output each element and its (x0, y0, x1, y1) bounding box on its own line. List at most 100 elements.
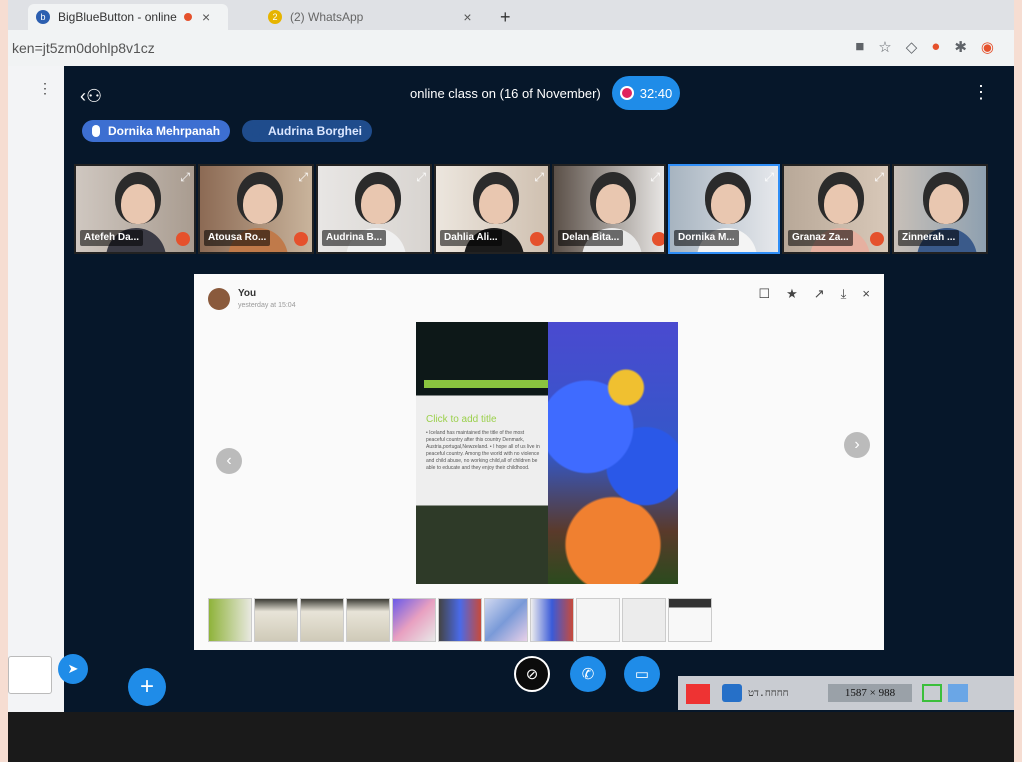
bigbluebutton-app: ‹⚇ online class on (16 of November) 32:4… (64, 66, 1014, 712)
fullscreen-icon[interactable]: ⤢ (764, 170, 774, 185)
chevron-left-icon[interactable]: ‹ (216, 448, 242, 474)
shared-image[interactable]: Click to add title • Iceland has maintai… (416, 322, 678, 584)
unmuted-icon (294, 232, 308, 246)
browser-tab-bar: b BigBlueButton - online class × 2 (2) W… (8, 0, 1014, 30)
webcam-name: Delan Bita... (558, 230, 624, 246)
send-icon[interactable]: ➤ (58, 654, 88, 684)
talking-indicator[interactable]: Audrina Borghei (242, 120, 373, 142)
window-icon[interactable] (922, 684, 942, 702)
webcam-name: Atousa Ro... (204, 230, 271, 246)
muted-mic-icon[interactable]: ⊘ (514, 656, 550, 692)
webcam-tile[interactable]: ⤢ Atefeh Da... (74, 164, 196, 254)
chat-input[interactable] (8, 656, 52, 694)
webcam-name: Atefeh Da... (80, 230, 144, 246)
phone-icon[interactable]: ✆ (570, 656, 606, 692)
webcam-tile[interactable]: ⤢ Granaz Za... (782, 164, 890, 254)
slide-photo: Click to add title • Iceland has maintai… (416, 322, 548, 584)
talker-name: Dornika Mehrpanah (108, 124, 221, 138)
forward-icon[interactable]: ↗ (814, 286, 825, 302)
sent-time: yesterday at 15:04 (238, 302, 296, 309)
thumbnail[interactable] (576, 598, 620, 642)
fullscreen-icon[interactable]: ⤢ (534, 170, 544, 185)
participant-video (711, 184, 746, 224)
screen: b BigBlueButton - online class × 2 (2) W… (8, 0, 1014, 762)
mic-icon (92, 125, 100, 137)
webcam-tile[interactable]: Zinnerah ... (892, 164, 988, 254)
talking-indicator[interactable]: Dornika Mehrpanah (82, 120, 231, 142)
taskbar-app-icon[interactable] (686, 684, 710, 704)
webcam-tile-active-speaker[interactable]: ⤢ Dornika M... (668, 164, 780, 254)
slide-text: • Iceland has maintained the title of th… (426, 430, 540, 471)
fullscreen-icon[interactable]: ⤢ (416, 170, 426, 185)
tab-close-icon[interactable]: × (202, 9, 210, 25)
unmuted-icon (176, 232, 190, 246)
thumbnail[interactable] (208, 598, 252, 642)
mic-icon (252, 125, 260, 137)
avatar (208, 288, 230, 310)
message-icon[interactable]: ☐ (758, 286, 770, 302)
camera-app-icon[interactable] (722, 684, 742, 702)
thumbnail[interactable] (300, 598, 344, 642)
thumbnail[interactable] (392, 598, 436, 642)
profile-icon[interactable]: ◉ (981, 38, 994, 56)
thumbnail[interactable] (254, 598, 298, 642)
participant-video (595, 184, 630, 224)
thumbnail-strip (208, 598, 728, 642)
address-bar[interactable]: ken=jt5zm0dohlp8v1cz ■ ☆ ◇ ● ✱ ◉ (8, 30, 1014, 66)
users-icon[interactable]: ‹⚇ (80, 86, 102, 107)
url-text: ken=jt5zm0dohlp8v1cz (12, 40, 155, 56)
flower-photo (548, 322, 678, 584)
participant-video (242, 184, 277, 224)
bigbluebutton-favicon-icon: b (36, 10, 50, 24)
tab-bigbluebutton[interactable]: b BigBlueButton - online class × (28, 4, 228, 30)
webcam-tile[interactable]: ⤢ Delan Bita... (552, 164, 666, 254)
fullscreen-icon[interactable]: ⤢ (874, 170, 884, 185)
puzzle-icon[interactable]: ✱ (954, 38, 967, 56)
thumbnail[interactable] (346, 598, 390, 642)
download-icon[interactable]: ⤓ (841, 286, 847, 302)
slide-title: Click to add title (426, 414, 497, 425)
meeting-title: online class on (16 of November) (410, 86, 601, 101)
video-camera-icon[interactable]: ▭ (624, 656, 660, 692)
tab-close-icon[interactable]: × (463, 9, 471, 25)
chevron-right-icon[interactable]: › (844, 432, 870, 458)
unmuted-icon (652, 232, 664, 246)
recording-button[interactable]: 32:40 (612, 76, 680, 110)
recording-timer: 32:40 (639, 85, 673, 101)
minimize-icon[interactable] (948, 684, 968, 702)
webcam-name: Audrina B... (322, 230, 387, 246)
thumbnail[interactable] (622, 598, 666, 642)
panel-options-icon[interactable]: ⋮ (38, 80, 52, 97)
thumbnail[interactable] (484, 598, 528, 642)
whatsapp-favicon-icon: 2 (268, 10, 282, 24)
webcam-name: Zinnerah ... (898, 230, 960, 246)
close-icon[interactable]: × (862, 286, 870, 302)
resolution-readout: 1587 × 988 (828, 684, 912, 702)
fullscreen-icon[interactable]: ⤢ (650, 170, 660, 185)
star-icon[interactable]: ★ (786, 286, 798, 302)
taskbar: חחחח.דט 1587 × 988 (678, 676, 1014, 710)
unmuted-icon (870, 232, 884, 246)
bookmark-star-icon[interactable]: ☆ (878, 38, 891, 56)
fullscreen-icon[interactable]: ⤢ (298, 170, 308, 185)
browser-extensions: ■ ☆ ◇ ● ✱ ◉ (855, 38, 994, 56)
tab-whatsapp[interactable]: 2 (2) WhatsApp × (260, 4, 484, 30)
chat-panel: ⋮ (8, 66, 64, 716)
webcam-tile[interactable]: ⤢ Audrina B... (316, 164, 432, 254)
webcam-tile[interactable]: ⤢ Dahlia Ali... (434, 164, 550, 254)
thumbnail[interactable] (668, 598, 712, 642)
camera-permission-icon[interactable]: ■ (855, 38, 864, 56)
shield-extension-icon[interactable]: ◇ (906, 38, 918, 56)
kebab-icon[interactable]: ⋮ (972, 82, 990, 103)
new-tab-button[interactable]: + (492, 4, 519, 30)
extension-icon[interactable]: ● (931, 38, 940, 56)
viewer-toolbar: ☐ ★ ↗ ⤓ × (758, 286, 870, 302)
thumbnail[interactable] (530, 598, 574, 642)
unmuted-icon (530, 232, 544, 246)
participant-video (823, 184, 858, 224)
fullscreen-icon[interactable]: ⤢ (180, 170, 190, 185)
webcam-tile[interactable]: ⤢ Atousa Ro... (198, 164, 314, 254)
thumbnail[interactable] (438, 598, 482, 642)
tab-title: BigBlueButton - online class (58, 10, 178, 24)
plus-icon[interactable]: + (128, 668, 166, 706)
